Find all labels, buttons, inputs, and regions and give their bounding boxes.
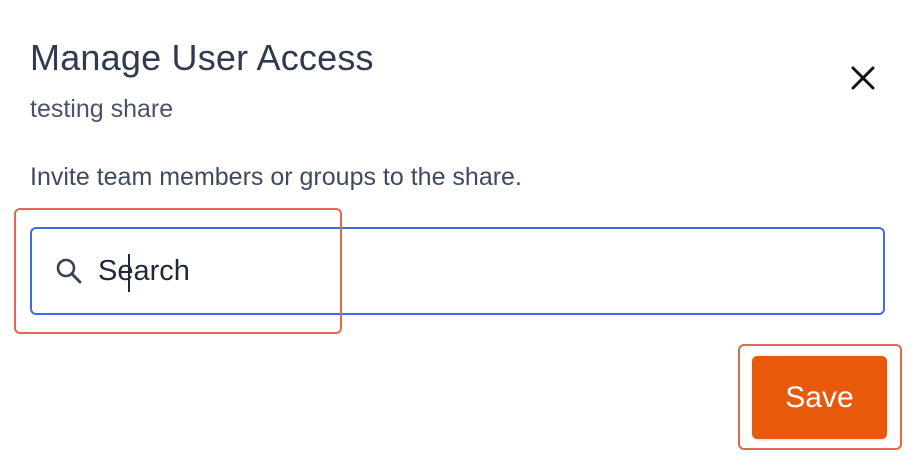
dialog-description: Invite team members or groups to the sha… [30,163,522,191]
save-button[interactable]: Save [752,356,887,439]
close-icon [850,65,876,96]
search-input[interactable] [98,246,838,296]
search-icon [54,256,84,286]
search-field[interactable] [30,227,885,315]
text-cursor [128,254,130,292]
dialog-title: Manage User Access [30,37,374,78]
close-button[interactable] [838,55,888,105]
manage-user-access-dialog: Manage User Access testing share Invite … [0,0,919,470]
dialog-subtitle: testing share [30,95,174,123]
